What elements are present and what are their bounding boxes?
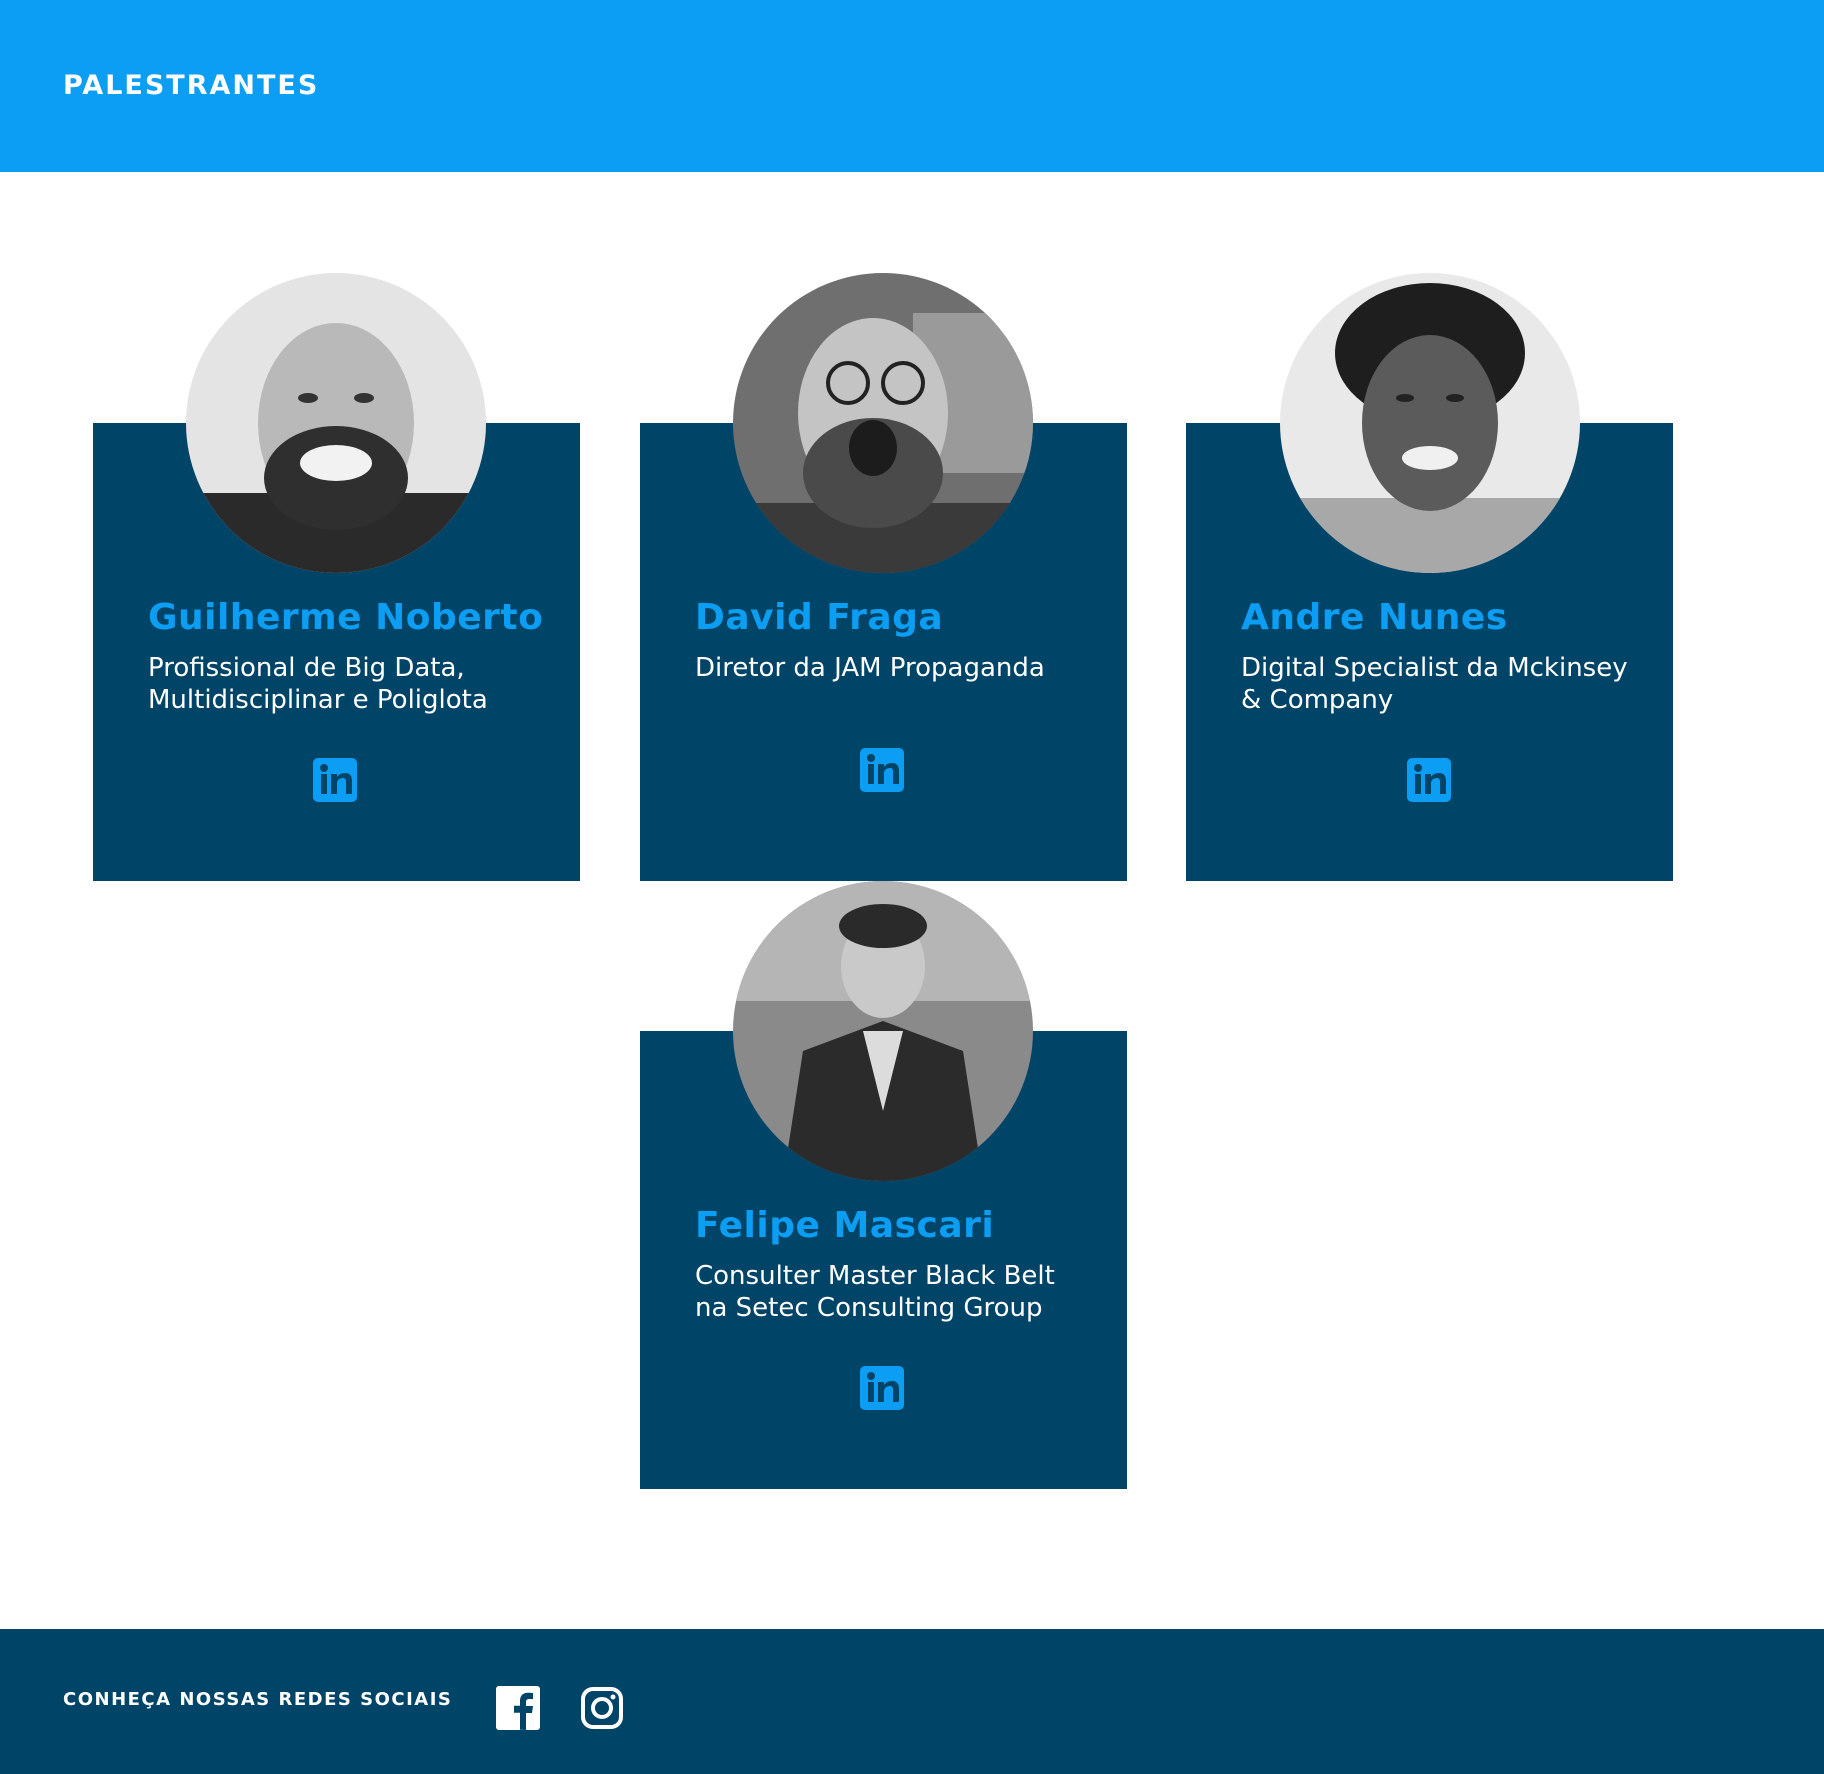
speaker-name: Andre Nunes: [1241, 597, 1508, 638]
linkedin-icon[interactable]: [1407, 758, 1451, 802]
speaker-photo: [733, 881, 1033, 1181]
speaker-role: Profissional de Big Data, Multidisciplin…: [148, 653, 488, 715]
speaker-role: Diretor da JAM Propaganda: [695, 653, 1045, 683]
page-title: PALESTRANTES: [63, 70, 320, 101]
linkedin-icon[interactable]: [860, 748, 904, 792]
speaker-role: Digital Specialist da Mckinsey & Company: [1241, 653, 1628, 715]
social-label: CONHEÇA NOSSAS REDES SOCIAIS: [63, 1689, 453, 1710]
page-footer: CONHEÇA NOSSAS REDES SOCIAIS: [0, 1629, 1824, 1774]
facebook-icon[interactable]: [496, 1686, 540, 1730]
speaker-photo: [733, 273, 1033, 573]
speaker-photo: [1280, 273, 1580, 573]
speaker-name: Guilherme Noberto: [148, 597, 544, 638]
linkedin-icon[interactable]: [860, 1366, 904, 1410]
speaker-role: Consulter Master Black Belt na Setec Con…: [695, 1261, 1055, 1323]
instagram-icon[interactable]: [580, 1686, 624, 1730]
speaker-name: David Fraga: [695, 597, 944, 638]
speaker-photo: [186, 273, 486, 573]
linkedin-icon[interactable]: [313, 758, 357, 802]
speaker-name: Felipe Mascari: [695, 1205, 995, 1246]
page-header: PALESTRANTES: [0, 0, 1824, 172]
